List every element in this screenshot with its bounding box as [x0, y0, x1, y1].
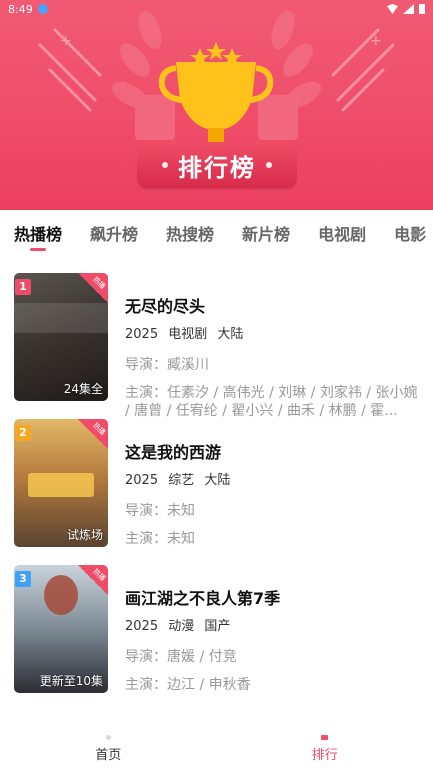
episode-label: 24集全 — [63, 382, 103, 396]
item-region: 大陆 — [204, 473, 231, 488]
item-region: 国产 — [204, 619, 231, 634]
list-item[interactable]: 1 热播 24集全 无尽的尽头 2025 电视剧 大陆 导演：臧溪川 主演：任素… — [14, 273, 425, 419]
item-cast: 主演：任素汐 / 高伟光 / 刘琳 / 刘家祎 / 张小婉 / 唐曾 / 任宥纶… — [125, 385, 418, 419]
svg-text:+: + — [60, 33, 72, 49]
hot-tag-label: 热播 — [91, 421, 107, 437]
ranking-title: 排行榜 — [178, 153, 256, 182]
tab-label: 热播榜 — [14, 225, 63, 244]
tab-label: 新片榜 — [242, 225, 291, 244]
dot-icon — [266, 162, 272, 168]
bottom-nav: 首页 排行 — [0, 728, 433, 770]
tab-tv-series[interactable]: 电视剧 — [318, 210, 366, 260]
dot-icon — [162, 162, 168, 168]
item-region: 大陆 — [217, 327, 244, 342]
tab-hot-search[interactable]: 热搜榜 — [166, 210, 214, 260]
item-year: 2025 — [125, 327, 159, 342]
ranking-icon — [321, 735, 329, 740]
list-item[interactable]: 3 热播 更新至10集 画江湖之不良人第7季 2025 动漫 国产 导演：唐媛 … — [14, 565, 424, 695]
tab-new-release[interactable]: 新片榜 — [242, 210, 290, 260]
tab-label: 电影 — [394, 225, 427, 244]
item-cast: 主演：未知 — [125, 531, 195, 547]
item-director: 导演：唐媛 / 付竞 — [125, 649, 237, 665]
hot-tag-label: 热播 — [91, 275, 107, 291]
nav-label: 排行 — [311, 748, 338, 763]
active-tab-indicator — [30, 248, 46, 251]
item-title: 这是我的西游 — [125, 443, 222, 462]
item-meta: 2025 动漫 国产 — [125, 615, 425, 634]
hot-tag: 热播 — [78, 419, 108, 449]
ranking-banner: 8:49 + + 排行榜 — [0, 0, 433, 210]
ranking-tabs: 热播榜 飙升榜 热搜榜 新片榜 电视剧 电影 — [0, 210, 433, 260]
tab-label: 电视剧 — [318, 225, 367, 244]
nav-home[interactable]: 首页 — [0, 728, 217, 770]
tab-rising[interactable]: 飙升榜 — [90, 210, 138, 260]
tab-label: 飙升榜 — [90, 225, 139, 244]
item-meta: 2025 电视剧 大陆 — [125, 323, 425, 342]
item-year: 2025 — [125, 619, 159, 634]
tab-label: 热搜榜 — [166, 225, 215, 244]
list-item[interactable]: 2 热播 试炼场 这是我的西游 2025 综艺 大陆 导演：未知 主演：未知 — [14, 419, 424, 549]
poster-image: 2 热播 试炼场 — [14, 419, 108, 547]
item-director: 导演：臧溪川 — [125, 357, 209, 373]
poster-image: 1 热播 24集全 — [14, 273, 108, 401]
hot-tag: 热播 — [78, 565, 108, 595]
ranking-title-badge: 排行榜 — [137, 142, 297, 188]
episode-label: 试炼场 — [66, 528, 103, 542]
item-meta: 2025 综艺 大陆 — [125, 469, 425, 488]
item-category: 综艺 — [168, 473, 195, 488]
rank-badge: 1 — [15, 279, 31, 295]
item-director: 导演：未知 — [125, 503, 195, 519]
nav-ranking[interactable]: 排行 — [217, 728, 433, 770]
item-cast: 主演：边江 / 申秋香 — [125, 677, 251, 693]
rank-badge: 3 — [15, 571, 31, 587]
episode-label: 更新至10集 — [39, 674, 103, 688]
tab-movie[interactable]: 电影 — [394, 210, 426, 260]
hot-tag: 热播 — [78, 273, 108, 303]
nav-label: 首页 — [95, 748, 122, 763]
item-category: 动漫 — [168, 619, 195, 634]
poster-image: 3 热播 更新至10集 — [14, 565, 108, 693]
item-title: 无尽的尽头 — [125, 297, 206, 316]
item-year: 2025 — [125, 473, 159, 488]
item-category: 电视剧 — [168, 327, 208, 342]
item-title: 画江湖之不良人第7季 — [125, 589, 281, 608]
rank-badge: 2 — [15, 425, 31, 441]
home-icon — [105, 735, 111, 740]
tab-hot-play[interactable]: 热播榜 — [14, 210, 62, 260]
hot-tag-label: 热播 — [91, 567, 107, 583]
svg-text:+: + — [370, 33, 382, 49]
